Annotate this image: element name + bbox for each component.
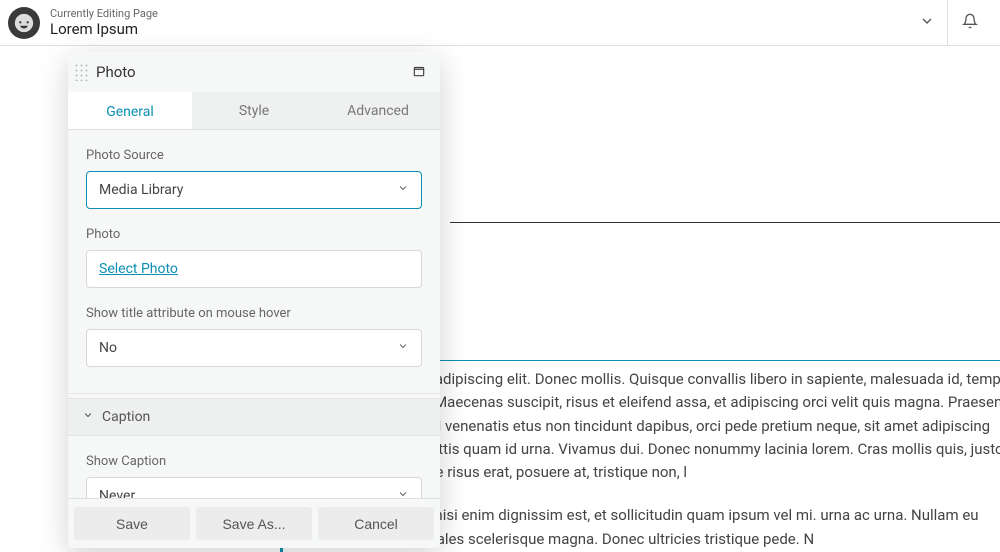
save-as-button[interactable]: Save As... [196, 507, 312, 540]
tab-general[interactable]: General [68, 92, 192, 129]
select-show-caption[interactable]: Never [86, 477, 422, 498]
panel-title: Photo [96, 63, 408, 81]
group-title: Caption [102, 409, 150, 425]
select-value: Never [99, 488, 135, 498]
notifications-icon[interactable] [948, 13, 992, 33]
chevron-down-icon [397, 182, 409, 198]
page-switch-dropdown[interactable] [907, 13, 947, 33]
save-button[interactable]: Save [74, 507, 190, 540]
select-photo-source[interactable]: Media Library [86, 171, 422, 209]
select-value: No [99, 340, 117, 356]
panel-header: Photo [68, 52, 440, 92]
panel-footer: Save Save As... Cancel [68, 498, 440, 548]
label-photo: Photo [86, 227, 422, 242]
settings-panel: Photo General Style Advanced Photo Sourc… [68, 52, 440, 548]
cancel-button[interactable]: Cancel [318, 507, 434, 540]
top-bar: Currently Editing Page Lorem Ipsum [0, 0, 1000, 46]
tab-style[interactable]: Style [192, 92, 316, 129]
label-show-title: Show title attribute on mouse hover [86, 306, 422, 321]
tab-advanced[interactable]: Advanced [316, 92, 440, 129]
divider [68, 393, 440, 394]
chevron-down-icon [397, 488, 409, 498]
select-photo-text: Select Photo [99, 261, 178, 277]
tab-bar: General Style Advanced [68, 92, 440, 130]
label-photo-source: Photo Source [86, 148, 422, 163]
drag-handle-icon[interactable] [74, 63, 88, 81]
select-photo-button[interactable]: Select Photo [86, 250, 422, 288]
select-value: Media Library [99, 182, 183, 198]
app-logo[interactable] [8, 7, 40, 39]
popout-icon[interactable] [408, 59, 430, 86]
label-show-caption: Show Caption [86, 454, 422, 469]
panel-body: Photo Source Media Library Photo Select … [68, 130, 440, 498]
group-caption[interactable]: Caption [68, 398, 440, 436]
chevron-down-icon [82, 409, 94, 425]
editing-label: Currently Editing Page [50, 7, 158, 20]
page-title: Lorem Ipsum [50, 20, 158, 38]
select-show-title[interactable]: No [86, 329, 422, 367]
chevron-down-icon [397, 340, 409, 356]
